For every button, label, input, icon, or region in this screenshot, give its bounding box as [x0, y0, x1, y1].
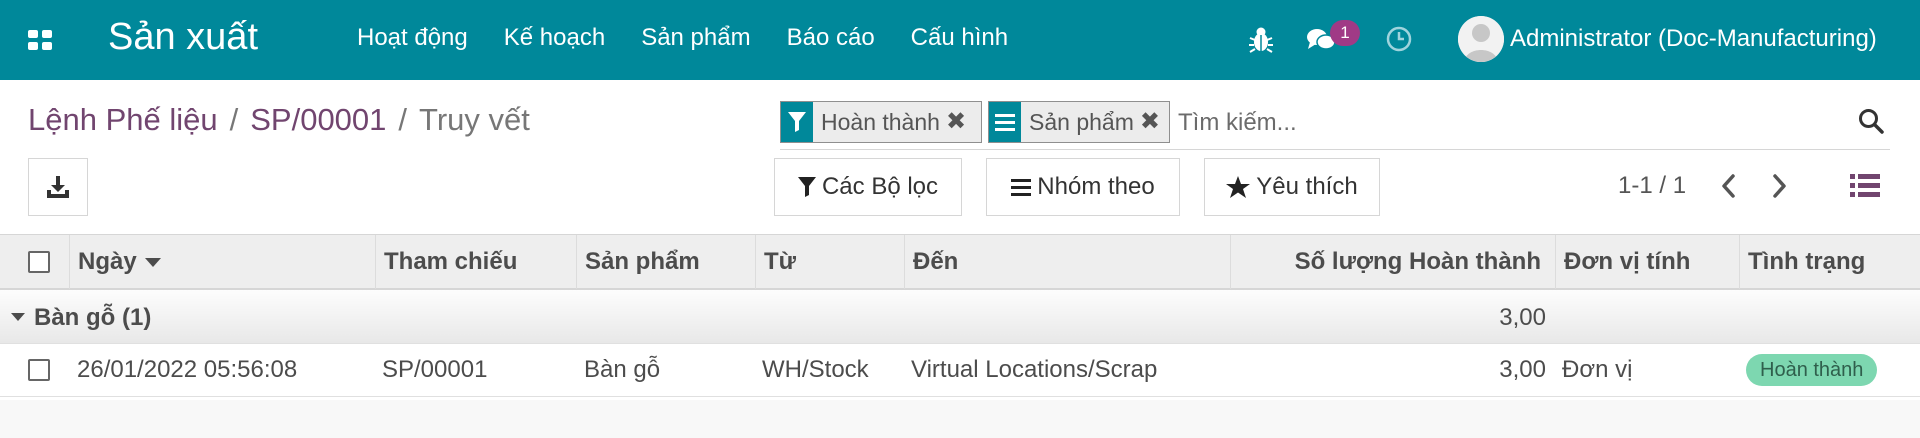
table-header: Ngày Tham chiếu Sản phẩm Từ Đến Số lượng…: [0, 234, 1920, 290]
menu-item-planning[interactable]: Kế hoạch: [504, 24, 605, 52]
column-header-product[interactable]: Sản phẩm: [577, 235, 756, 289]
sort-desc-icon: [144, 258, 161, 268]
column-header-from[interactable]: Từ: [756, 235, 905, 289]
breadcrumb-separator: /: [229, 102, 239, 137]
column-header-quantity-done[interactable]: Số lượng Hoàn thành: [1231, 235, 1556, 289]
bug-icon[interactable]: [1248, 24, 1274, 54]
scrap-moves-table: Ngày Tham chiếu Sản phẩm Từ Đến Số lượng…: [0, 234, 1920, 397]
filter-facet: Hoàn thành ✖: [780, 101, 982, 143]
cell-quantity-done: 3,00: [1499, 356, 1546, 383]
filter-icon: [781, 102, 813, 142]
group-sum-quantity: 3,00: [1499, 304, 1546, 331]
apps-menu-icon[interactable]: [28, 30, 52, 50]
column-header-date[interactable]: Ngày: [70, 235, 376, 289]
status-badge: Hoàn thành: [1746, 354, 1878, 386]
remove-filter-facet-icon[interactable]: ✖: [946, 102, 972, 142]
remove-group-by-facet-icon[interactable]: ✖: [1140, 102, 1166, 142]
cell-product: Bàn gỗ: [584, 356, 661, 383]
pager-value[interactable]: 1-1 / 1: [1618, 172, 1686, 200]
breadcrumb-current: Truy vết: [419, 102, 530, 137]
group-label: Bàn gỗ (1): [34, 304, 152, 331]
cell-to: Virtual Locations/Scrap: [911, 356, 1158, 383]
cell-from: WH/Stock: [762, 356, 869, 383]
star-icon: [1226, 176, 1251, 198]
menu-item-products[interactable]: Sản phẩm: [641, 24, 750, 52]
main-menu: Hoạt động Kế hoạch Sản phẩm Báo cáo Cấu …: [357, 24, 1044, 52]
menu-item-reporting[interactable]: Báo cáo: [787, 24, 875, 52]
breadcrumb-scrap-orders[interactable]: Lệnh Phế liệu: [28, 102, 218, 137]
user-name[interactable]: Administrator (Doc-Manufacturing): [1510, 25, 1877, 53]
select-all-checkbox[interactable]: [28, 251, 50, 273]
list-empty-area: [0, 400, 1920, 438]
breadcrumb-record[interactable]: SP/00001: [250, 102, 386, 137]
search-icon[interactable]: [1858, 108, 1884, 134]
app-name[interactable]: Sản xuất: [108, 16, 258, 59]
column-header-status[interactable]: Tình trạng: [1740, 235, 1920, 289]
search-input[interactable]: [1178, 106, 1828, 140]
top-navbar: Sản xuất Hoạt động Kế hoạch Sản phẩm Báo…: [0, 0, 1920, 80]
menu-item-operations[interactable]: Hoạt động: [357, 24, 468, 52]
export-button[interactable]: [28, 158, 88, 216]
table-row[interactable]: 26/01/2022 05:56:08 SP/00001 Bàn gỗ WH/S…: [0, 344, 1920, 397]
caret-down-icon: [11, 313, 25, 321]
list-view-icon[interactable]: [1850, 172, 1880, 200]
column-header-uom[interactable]: Đơn vị tính: [1556, 235, 1740, 289]
chevron-left-icon[interactable]: [1718, 172, 1738, 200]
group-by-button-label: Nhóm theo: [1037, 173, 1155, 200]
filter-icon: [797, 177, 816, 197]
filters-button[interactable]: Các Bộ lọc: [774, 158, 962, 216]
group-by-facet-label: Sản phẩm: [1029, 109, 1134, 135]
chevron-right-icon[interactable]: [1770, 172, 1790, 200]
search-bar: Hoàn thành ✖ Sản phẩm ✖: [780, 98, 1890, 150]
favorites-button-label: Yêu thích: [1256, 173, 1358, 200]
breadcrumb: Lệnh Phế liệu / SP/00001 / Truy vết: [28, 102, 530, 138]
breadcrumb-separator: /: [398, 102, 408, 137]
cell-date: 26/01/2022 05:56:08: [77, 356, 298, 383]
avatar-icon: [1458, 16, 1504, 62]
chat-badge: 1: [1330, 20, 1360, 46]
row-checkbox[interactable]: [28, 359, 50, 381]
menu-item-configuration[interactable]: Cấu hình: [911, 24, 1008, 52]
group-by-icon: [1011, 179, 1032, 196]
activity-clock-icon[interactable]: [1386, 26, 1412, 52]
cell-reference: SP/00001: [382, 356, 488, 383]
column-header-reference[interactable]: Tham chiếu: [376, 235, 577, 289]
user-avatar[interactable]: [1458, 16, 1504, 62]
download-icon: [47, 176, 69, 198]
column-header-to[interactable]: Đến: [905, 235, 1231, 289]
filter-facet-label: Hoàn thành: [821, 109, 940, 135]
group-by-button[interactable]: Nhóm theo: [986, 158, 1180, 216]
cell-uom: Đơn vị: [1562, 356, 1633, 383]
group-row[interactable]: Bàn gỗ (1) 3,00: [0, 290, 1920, 344]
group-by-facet: Sản phẩm ✖: [988, 101, 1170, 143]
favorites-button[interactable]: Yêu thích: [1204, 158, 1380, 216]
group-by-icon: [989, 102, 1021, 142]
select-all-cell: [0, 235, 70, 289]
filters-button-label: Các Bộ lọc: [821, 173, 939, 200]
